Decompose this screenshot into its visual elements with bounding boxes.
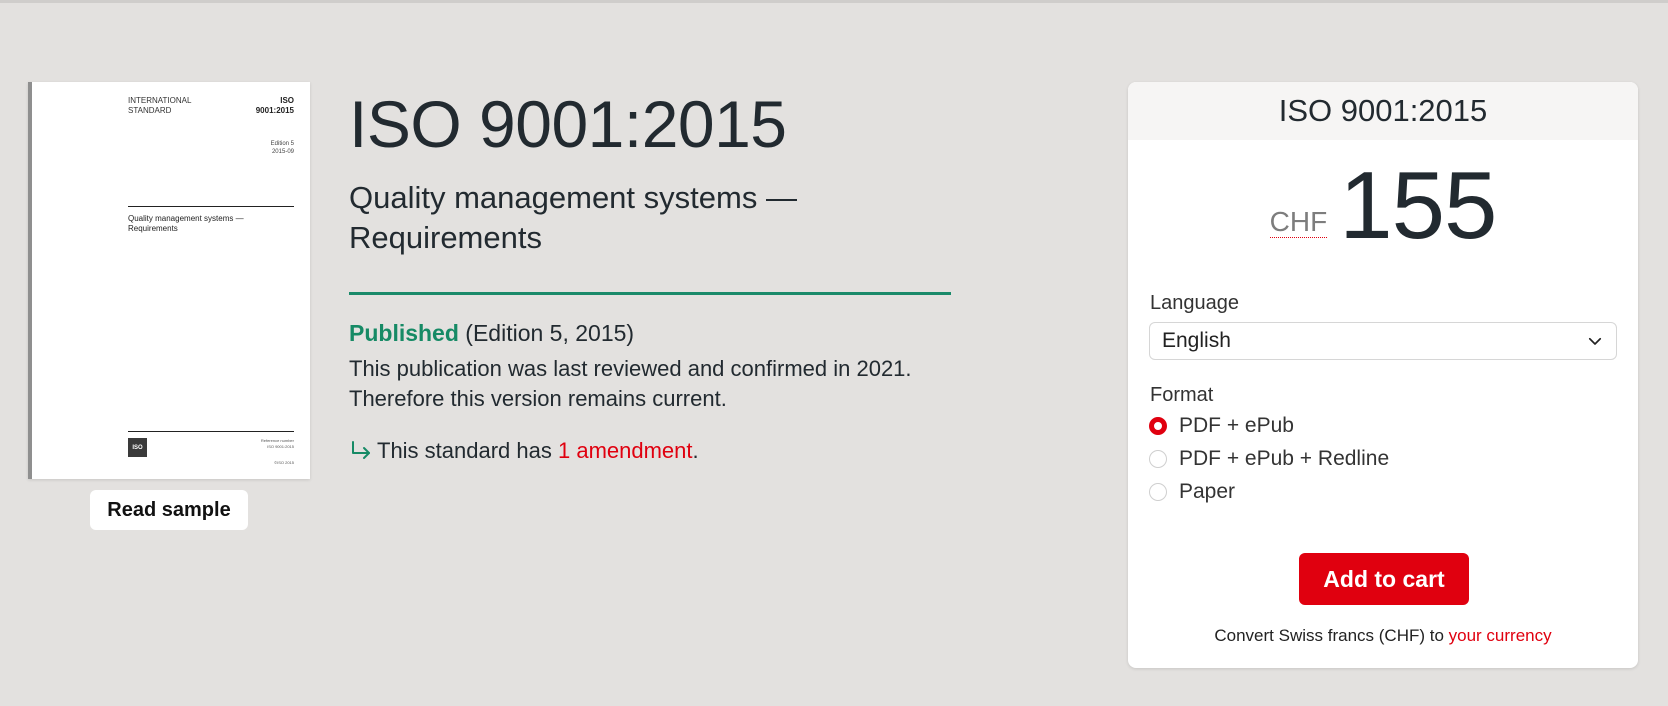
format-option-pdf-epub[interactable]: PDF + ePub (1149, 414, 1294, 438)
page-subtitle: Quality management systems — Requirement… (349, 180, 797, 255)
cover-title-line2: Requirements (128, 224, 178, 233)
standard-cover-image[interactable]: INTERNATIONAL STANDARD ISO 9001:2015 Edi… (28, 82, 310, 479)
cover-copyright: ©ISO 2015 (274, 460, 294, 465)
cover-edition: Edition 5 2015-09 (271, 140, 294, 156)
read-sample-button[interactable]: Read sample (90, 490, 248, 530)
add-to-cart-button[interactable]: Add to cart (1299, 553, 1469, 605)
price-currency[interactable]: CHF (1269, 207, 1328, 238)
arrow-turn-right-icon (352, 441, 370, 459)
convert-prefix: Convert Swiss francs (CHF) to (1214, 626, 1449, 645)
cover-title: Quality management systems — Requirement… (128, 214, 268, 234)
cover-ref-line2: ISO 9001:2015 (267, 444, 294, 449)
cover-edition-line2: 2015-09 (271, 149, 294, 155)
currency-convert-note: Convert Swiss francs (CHF) to your curre… (1128, 626, 1638, 646)
status-badge: Published (349, 320, 459, 346)
page-title: ISO 9001:2015 (349, 87, 787, 161)
amendment-suffix: . (692, 438, 699, 463)
purchase-card-title: ISO 9001:2015 (1128, 82, 1638, 140)
amendment-link[interactable]: 1 amendment (558, 436, 693, 466)
your-currency-link[interactable]: your currency (1449, 626, 1552, 645)
cover-intl-standard: INTERNATIONAL STANDARD (128, 96, 192, 115)
chevron-down-icon (1588, 337, 1602, 345)
price-amount: 155 (1339, 152, 1497, 259)
language-select[interactable]: English (1149, 322, 1617, 360)
radio-unselected-icon[interactable] (1149, 483, 1167, 501)
title-divider (349, 292, 951, 295)
format-label: Format (1150, 384, 1214, 406)
cover-edition-line1: Edition 5 (270, 141, 294, 147)
amendment-prefix: This standard has (377, 438, 558, 463)
language-select-value: English (1162, 329, 1231, 352)
top-border (0, 0, 1668, 3)
iso-logo-icon: ISO (128, 438, 147, 457)
format-option-paper[interactable]: Paper (1149, 480, 1235, 504)
edition-text: (Edition 5, 2015) (465, 320, 635, 346)
status-line: Published (Edition 5, 2015) (349, 318, 634, 348)
cover-code-line2: 9001:2015 (255, 106, 294, 115)
cover-code-line1: ISO (280, 96, 294, 105)
format-option-label: PDF + ePub + Redline (1179, 447, 1390, 470)
review-text: This publication was last reviewed and c… (349, 356, 912, 411)
cover-rule-top (128, 206, 294, 207)
format-option-label: Paper (1179, 480, 1236, 503)
amendment-line: This standard has 1 amendment . (349, 436, 699, 466)
cover-reference: Reference number ISO 9001:2015 (244, 438, 294, 450)
cover-rule-bottom (128, 431, 294, 432)
purchase-card: ISO 9001:2015 CHF 155 Language English F… (1128, 82, 1638, 668)
format-option-pdf-epub-redline[interactable]: PDF + ePub + Redline (1149, 447, 1389, 471)
price: CHF 155 (1128, 152, 1638, 259)
cover-title-line1: Quality management systems — (128, 214, 244, 223)
format-option-label: PDF + ePub (1179, 414, 1294, 437)
radio-unselected-icon[interactable] (1149, 450, 1167, 468)
cover-code: ISO 9001:2015 (256, 96, 294, 116)
radio-selected-icon[interactable] (1149, 417, 1167, 435)
language-label: Language (1150, 292, 1239, 314)
